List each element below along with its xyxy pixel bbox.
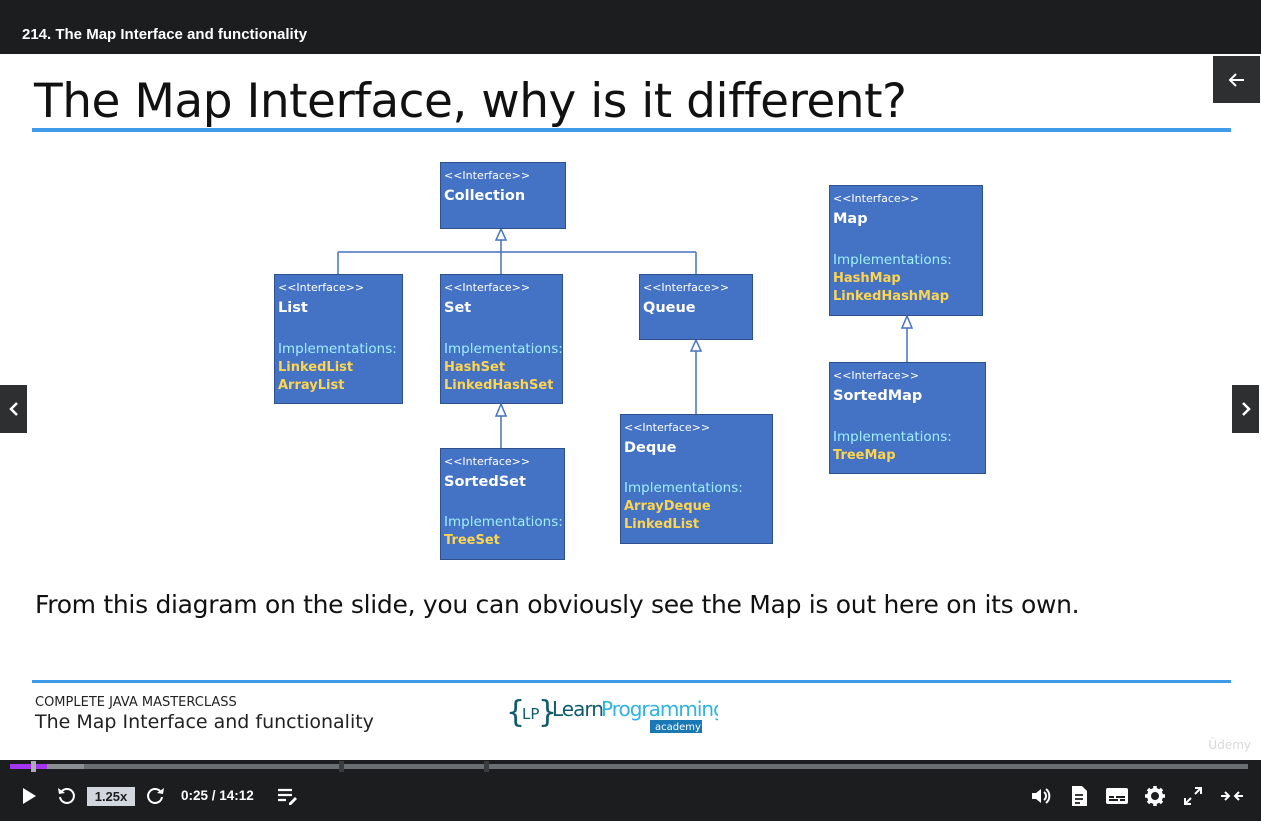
volume-button[interactable]: [1029, 784, 1053, 808]
stereotype-label: <<Interface>>: [444, 281, 531, 294]
box-name: Deque: [624, 440, 677, 456]
impl-label: Implementations:: [444, 514, 563, 530]
player-controls: 1.25x 0:25 / 14:12: [0, 772, 1261, 821]
transcript-icon: [1072, 786, 1087, 806]
deque-box: <<Interface>> Deque Implementations: Arr…: [620, 414, 773, 544]
box-name: Map: [833, 211, 868, 227]
sortedmap-box: <<Interface>> SortedMap Implementations:…: [829, 362, 986, 474]
fullscreen-icon: [1184, 787, 1202, 805]
stereotype-label: <<Interface>>: [833, 369, 920, 382]
add-note-button[interactable]: [275, 784, 299, 808]
captions-button[interactable]: [1105, 784, 1129, 808]
sortedset-box: <<Interface>> SortedSet Implementations:…: [440, 448, 565, 560]
rewind-button[interactable]: [55, 784, 77, 808]
chevron-left-icon: [8, 402, 18, 416]
impl-label: Implementations:: [833, 429, 952, 445]
map-box: <<Interface>> Map Implementations: HashM…: [829, 185, 983, 316]
play-button[interactable]: [18, 784, 40, 808]
exit-back-button[interactable]: [1213, 56, 1260, 103]
impl-label: Implementations:: [278, 341, 397, 357]
logo-programming: Programming: [601, 697, 718, 721]
lecture-title: 214. The Map Interface and functionality: [22, 26, 308, 43]
box-name: SortedSet: [444, 474, 526, 490]
collection-box: <<Interface>> Collection: [440, 162, 566, 229]
progress-scrubber-handle[interactable]: [31, 761, 36, 772]
list-box: <<Interface>> List Implementations: Link…: [274, 274, 403, 404]
logo-academy: academy: [655, 722, 701, 733]
impl-item: ArrayDeque: [624, 499, 711, 514]
impl-item: HashMap: [833, 271, 901, 286]
forward-icon: [147, 788, 164, 804]
queue-box: <<Interface>> Queue: [639, 274, 753, 340]
progress-bar[interactable]: [0, 760, 1261, 772]
fullscreen-button[interactable]: [1181, 784, 1205, 808]
udemy-watermark: Ūdemy: [1208, 738, 1251, 752]
next-lecture-button[interactable]: [1232, 385, 1259, 433]
time-display: 0:25 / 14:12: [181, 788, 254, 803]
set-box: <<Interface>> Set Implementations: HashS…: [440, 274, 563, 404]
captions-icon: [1106, 788, 1128, 804]
settings-icon: [1145, 786, 1165, 806]
chapter-marker: [339, 761, 344, 772]
volume-icon: [1032, 788, 1051, 804]
impl-item: LinkedHashSet: [444, 378, 554, 393]
impl-item: LinkedHashMap: [833, 289, 950, 304]
impl-item: ArrayList: [278, 378, 345, 393]
arrow-left-icon: [1228, 72, 1244, 87]
transcript-button[interactable]: [1068, 784, 1090, 808]
stereotype-label: <<Interface>>: [643, 281, 730, 294]
impl-item: TreeMap: [833, 448, 896, 463]
impl-item: HashSet: [444, 360, 506, 375]
box-name: Queue: [643, 300, 696, 316]
expand-button[interactable]: [1219, 784, 1245, 808]
playback-speed-button[interactable]: 1.25x: [87, 787, 135, 806]
impl-item: LinkedList: [278, 360, 354, 375]
stereotype-label: <<Interface>>: [444, 455, 531, 468]
stereotype-label: <<Interface>>: [833, 192, 920, 205]
box-name: SortedMap: [833, 388, 923, 404]
impl-label: Implementations:: [833, 252, 952, 268]
progress-played: [10, 764, 48, 769]
footer-rule: [32, 680, 1231, 683]
chevron-right-icon: [1241, 402, 1251, 416]
chapter-marker: [484, 761, 489, 772]
impl-label: Implementations:: [444, 341, 563, 357]
impl-item: LinkedList: [624, 517, 700, 532]
box-name: Collection: [444, 188, 526, 204]
footer-course: COMPLETE JAVA MASTERCLASS: [35, 695, 237, 710]
settings-button[interactable]: [1143, 784, 1167, 808]
box-name: Set: [444, 300, 472, 316]
play-icon: [23, 788, 36, 804]
slide-caption: From this diagram on the slide, you can …: [35, 590, 1080, 619]
impl-item: TreeSet: [444, 533, 500, 548]
notes-icon: [278, 788, 297, 805]
diagram-connectors: [337, 227, 914, 448]
impl-label: Implementations:: [624, 480, 743, 496]
forward-button[interactable]: [145, 784, 167, 808]
box-name: List: [278, 300, 308, 316]
previous-lecture-button[interactable]: [0, 385, 27, 433]
stereotype-label: <<Interface>>: [444, 169, 531, 182]
top-bar: 214. The Map Interface and functionality: [0, 0, 1261, 54]
stereotype-label: <<Interface>>: [624, 421, 711, 434]
stereotype-label: <<Interface>>: [278, 281, 365, 294]
logo-learn: Learn: [552, 697, 603, 721]
expand-icon: [1221, 791, 1243, 801]
slide: The Map Interface, why is it different? …: [0, 54, 1261, 760]
rewind-icon: [58, 788, 75, 804]
learnprogramming-logo: { LP } Learn Programming academy: [506, 695, 718, 733]
logo-initials: LP: [522, 705, 539, 723]
footer-lecture: The Map Interface and functionality: [35, 711, 374, 733]
progress-track[interactable]: [10, 764, 1248, 769]
